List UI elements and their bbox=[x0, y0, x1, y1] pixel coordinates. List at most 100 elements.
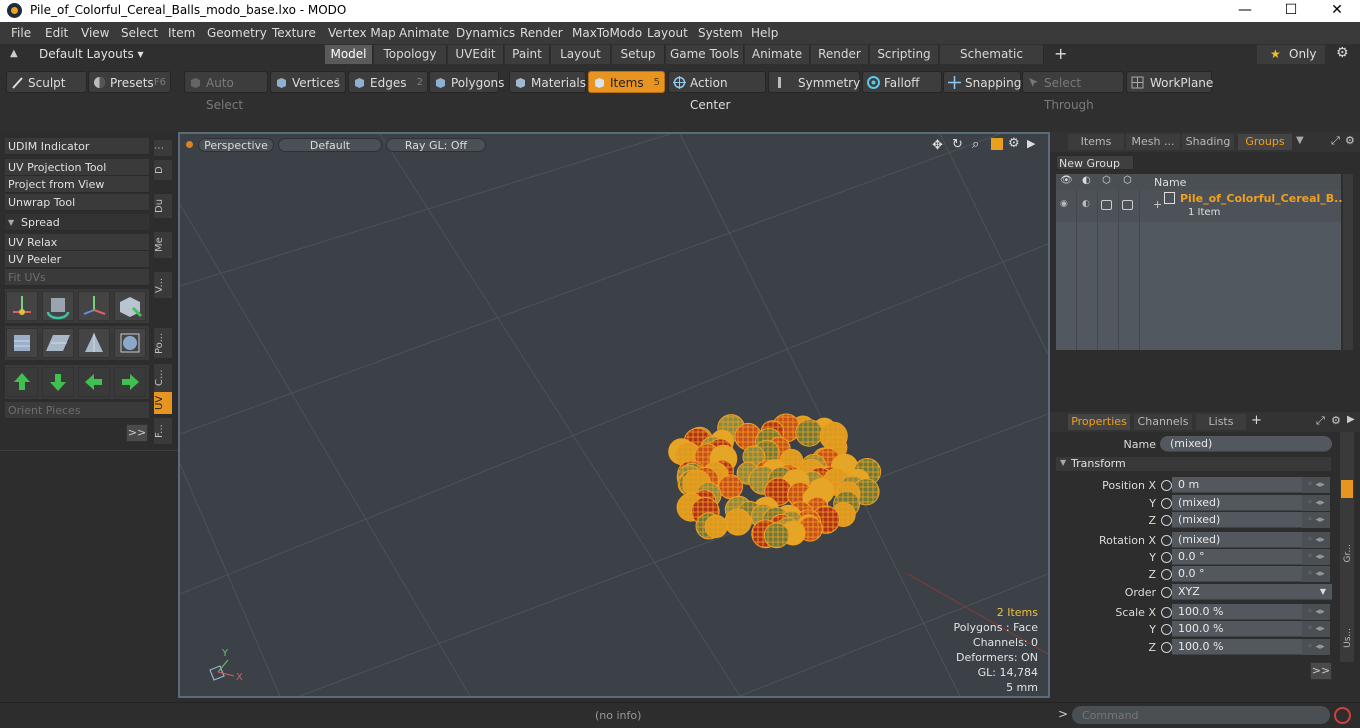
vtab-uv[interactable]: UV bbox=[154, 392, 172, 414]
rotation-z-link-icon[interactable]: ◦ ◂▸ bbox=[1302, 566, 1330, 582]
position-y-field[interactable]: (mixed) bbox=[1172, 495, 1302, 511]
rotation-z-key-icon[interactable] bbox=[1161, 569, 1172, 580]
shading-default-button[interactable]: Default bbox=[278, 138, 382, 152]
expand-tools-button[interactable]: >> bbox=[126, 424, 148, 442]
tab-schematic-fusion[interactable]: Schematic Fusion bbox=[940, 45, 1044, 80]
viewport-gear-icon[interactable]: ⚙ bbox=[1008, 136, 1020, 151]
unwrap-tool-button[interactable]: Unwrap Tool bbox=[5, 194, 149, 211]
name-column-header[interactable]: Name bbox=[1154, 176, 1186, 189]
symmetry-button[interactable]: Symmetry bbox=[768, 71, 860, 93]
arrow-up-icon[interactable] bbox=[6, 367, 38, 397]
only-toggle[interactable]: ★ Only bbox=[1257, 45, 1325, 64]
side-tab-gr[interactable]: Gr... bbox=[1343, 544, 1353, 562]
workplane-button[interactable]: WorkPlane bbox=[1126, 71, 1213, 93]
tab-channels[interactable]: Channels bbox=[1134, 414, 1192, 430]
menu-render[interactable]: Render bbox=[520, 26, 563, 40]
zoom-icon[interactable]: ⌕ bbox=[972, 137, 979, 152]
position-z-key-icon[interactable] bbox=[1161, 515, 1172, 526]
close-button[interactable]: ✕ bbox=[1314, 0, 1360, 22]
add-properties-tab-button[interactable]: + bbox=[1251, 413, 1262, 428]
order-key-icon[interactable] bbox=[1161, 587, 1172, 598]
menu-file[interactable]: File bbox=[11, 26, 31, 40]
orient-pieces-button[interactable]: Orient Pieces bbox=[5, 402, 149, 419]
row-select-checkbox[interactable] bbox=[1122, 200, 1133, 210]
row-render-icon[interactable]: ◐ bbox=[1082, 199, 1090, 209]
minimize-button[interactable]: — bbox=[1222, 0, 1268, 22]
transform-section[interactable]: ▼ Transform bbox=[1056, 457, 1331, 471]
position-x-field[interactable]: 0 m bbox=[1172, 477, 1302, 493]
uv-transform-icon[interactable] bbox=[6, 291, 38, 321]
tab-layout[interactable]: Layout bbox=[551, 45, 611, 64]
vtab-du[interactable]: Du bbox=[154, 194, 172, 218]
menu-layout[interactable]: Layout bbox=[647, 26, 688, 40]
uv-peeler-button[interactable]: UV Peeler bbox=[5, 251, 149, 268]
scale-x-link-icon[interactable]: ◦ ◂▸ bbox=[1302, 604, 1330, 620]
menu-animate[interactable]: Animate bbox=[399, 26, 449, 40]
fit-uvs-button[interactable]: Fit UVs bbox=[5, 269, 149, 286]
rotate-view-icon[interactable]: ↻ bbox=[952, 137, 963, 152]
props-expand-icon[interactable]: ⤢ bbox=[1316, 414, 1325, 428]
scale-z-key-icon[interactable] bbox=[1161, 642, 1172, 653]
gear-icon[interactable]: ⚙ bbox=[1336, 45, 1349, 61]
viewport-expand-icon[interactable]: ▶ bbox=[1027, 137, 1035, 150]
tab-properties[interactable]: Properties bbox=[1068, 414, 1130, 430]
fit-view-icon[interactable] bbox=[991, 138, 1003, 150]
tab-game-tools[interactable]: Game Tools bbox=[666, 45, 744, 64]
vertices-button[interactable]: Vertices 1 bbox=[270, 71, 346, 93]
lock-icon[interactable]: ⬡ bbox=[1102, 175, 1111, 186]
tab-lists[interactable]: Lists bbox=[1196, 414, 1246, 430]
menu-view[interactable]: View bbox=[81, 26, 109, 40]
cereal-balls-mesh[interactable] bbox=[658, 402, 888, 562]
scale-z-field[interactable]: 100.0 % bbox=[1172, 639, 1302, 655]
scale-x-key-icon[interactable] bbox=[1161, 607, 1172, 618]
properties-scrollbar[interactable]: Gr... Us... bbox=[1340, 432, 1354, 662]
uv-box-icon[interactable] bbox=[114, 291, 146, 321]
udim-indicator-button[interactable]: UDIM Indicator bbox=[5, 138, 149, 155]
tab-paint[interactable]: Paint bbox=[505, 45, 550, 64]
scroll-thumb[interactable] bbox=[1341, 480, 1353, 498]
select-through-button[interactable]: Select Through bbox=[1022, 71, 1124, 112]
uv-move-icon[interactable] bbox=[78, 291, 110, 321]
menu-texture[interactable]: Texture bbox=[272, 26, 316, 40]
uv-cone-icon[interactable] bbox=[78, 328, 110, 358]
panel-expand-icon[interactable]: ⤢ bbox=[1331, 134, 1340, 148]
uv-relax-button[interactable]: UV Relax bbox=[5, 234, 149, 251]
layout-menu-icon[interactable]: ▲ bbox=[10, 48, 20, 60]
vtab-options[interactable]: ⋮ bbox=[154, 140, 172, 156]
project-from-view-button[interactable]: Project from View bbox=[5, 176, 149, 193]
materials-button[interactable]: Materials bbox=[509, 71, 586, 93]
uv-projection-tool-button[interactable]: UV Projection Tool bbox=[5, 159, 149, 176]
arrow-down-icon[interactable] bbox=[42, 367, 74, 397]
menu-geometry[interactable]: Geometry bbox=[207, 26, 267, 40]
presets-button[interactable]: Presets F6 bbox=[88, 71, 171, 93]
vtab-c[interactable]: C... bbox=[154, 364, 172, 392]
uv-sphere-icon[interactable] bbox=[114, 328, 146, 358]
snapping-button[interactable]: Snapping bbox=[943, 71, 1021, 93]
menu-system[interactable]: System bbox=[698, 26, 743, 40]
action-center-button[interactable]: Action Center bbox=[668, 71, 766, 112]
sculpt-button[interactable]: Sculpt bbox=[6, 71, 87, 93]
position-y-key-icon[interactable] bbox=[1161, 498, 1172, 509]
position-x-key-icon[interactable] bbox=[1161, 480, 1172, 491]
row-eye-icon[interactable]: ◉ bbox=[1060, 199, 1068, 209]
uv-cylinder-icon[interactable] bbox=[6, 328, 38, 358]
name-field[interactable]: (mixed) bbox=[1160, 436, 1332, 452]
rotation-y-link-icon[interactable]: ◦ ◂▸ bbox=[1302, 549, 1330, 565]
scale-x-field[interactable]: 100.0 % bbox=[1172, 604, 1302, 620]
vtab-me[interactable]: Me bbox=[154, 232, 172, 258]
pan-icon[interactable]: ✥ bbox=[932, 138, 943, 153]
vtab-d[interactable]: D bbox=[154, 160, 172, 180]
add-tab-button[interactable]: + bbox=[1054, 44, 1067, 63]
tab-render[interactable]: Render bbox=[811, 45, 869, 64]
order-dropdown[interactable]: XYZ ▼ bbox=[1172, 584, 1332, 600]
side-tab-us[interactable]: Us... bbox=[1343, 628, 1353, 648]
panel-options-icon[interactable]: ⚙ bbox=[1345, 134, 1355, 147]
default-layouts-dropdown[interactable]: Default Layouts ▾ bbox=[39, 47, 144, 61]
vtab-f[interactable]: F... bbox=[154, 418, 172, 444]
position-z-link-icon[interactable]: ◦ ◂▸ bbox=[1302, 512, 1330, 528]
rotation-x-key-icon[interactable] bbox=[1161, 535, 1172, 546]
menu-select[interactable]: Select bbox=[121, 26, 158, 40]
menu-item[interactable]: Item bbox=[168, 26, 195, 40]
3d-viewport[interactable]: Perspective Default Ray GL: Off ✥ ↻ ⌕ ⚙ … bbox=[178, 132, 1050, 698]
spread-section[interactable]: ▼ Spread bbox=[5, 214, 149, 231]
